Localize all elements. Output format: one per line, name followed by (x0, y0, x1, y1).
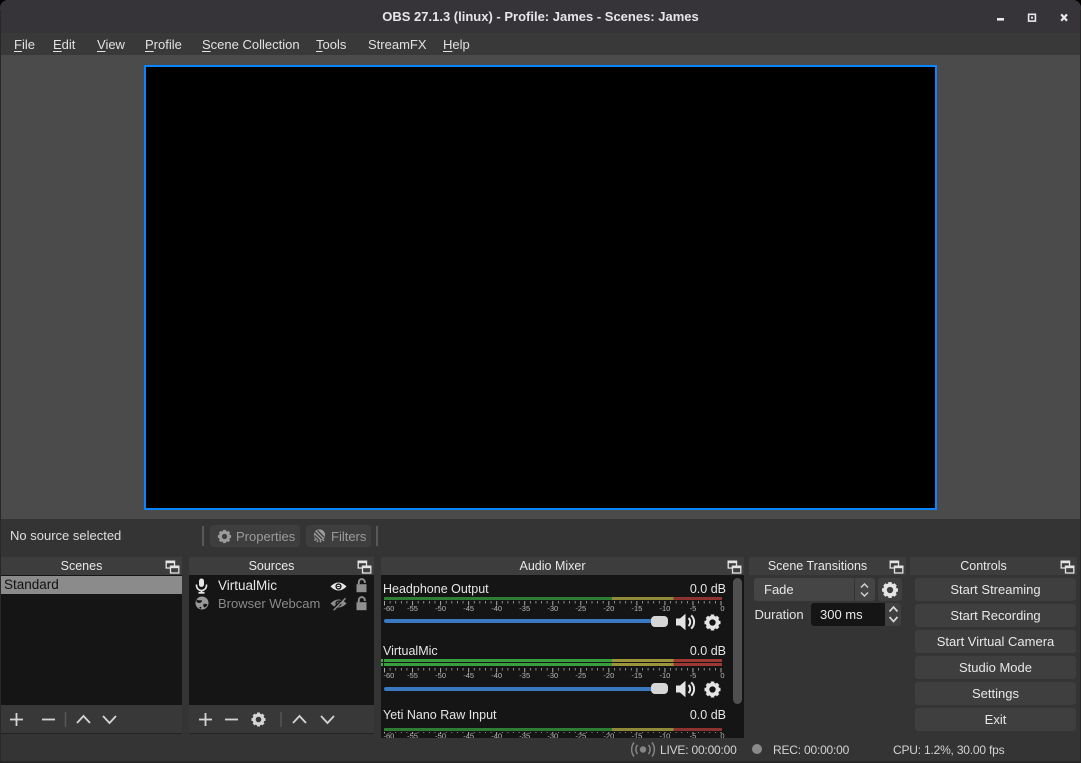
svg-text:-60: -60 (384, 671, 395, 680)
svg-text:-15: -15 (631, 732, 642, 739)
svg-text:0: 0 (720, 732, 724, 739)
svg-text:-50: -50 (435, 671, 446, 680)
svg-text:-25: -25 (575, 604, 586, 613)
svg-text:-45: -45 (463, 732, 474, 739)
svg-text:-20: -20 (603, 732, 614, 739)
svg-text:-40: -40 (491, 671, 502, 680)
svg-text:-15: -15 (631, 604, 642, 613)
svg-text:-40: -40 (491, 604, 502, 613)
svg-text:-55: -55 (407, 604, 418, 613)
svg-text:-55: -55 (407, 671, 418, 680)
svg-text:-15: -15 (631, 671, 642, 680)
svg-text:0: 0 (720, 671, 724, 680)
svg-text:-10: -10 (659, 671, 670, 680)
svg-text:-35: -35 (519, 732, 530, 739)
svg-text:-50: -50 (435, 604, 446, 613)
svg-text:0: 0 (720, 604, 724, 613)
svg-text:-25: -25 (575, 671, 586, 680)
svg-text:-45: -45 (463, 671, 474, 680)
svg-text:-60: -60 (384, 604, 395, 613)
svg-text:-25: -25 (575, 732, 586, 739)
svg-text:-30: -30 (547, 732, 558, 739)
svg-text:-55: -55 (407, 732, 418, 739)
svg-text:-40: -40 (491, 732, 502, 739)
svg-text:-60: -60 (384, 732, 395, 739)
svg-text:-30: -30 (547, 671, 558, 680)
svg-text:-35: -35 (519, 671, 530, 680)
svg-text:-10: -10 (659, 732, 670, 739)
svg-text:-30: -30 (547, 604, 558, 613)
svg-text:-35: -35 (519, 604, 530, 613)
svg-text:-45: -45 (463, 604, 474, 613)
svg-text:-20: -20 (603, 604, 614, 613)
svg-text:-10: -10 (659, 604, 670, 613)
svg-text:-50: -50 (435, 732, 446, 739)
svg-text:-20: -20 (603, 671, 614, 680)
svg-text:-5: -5 (690, 732, 697, 739)
